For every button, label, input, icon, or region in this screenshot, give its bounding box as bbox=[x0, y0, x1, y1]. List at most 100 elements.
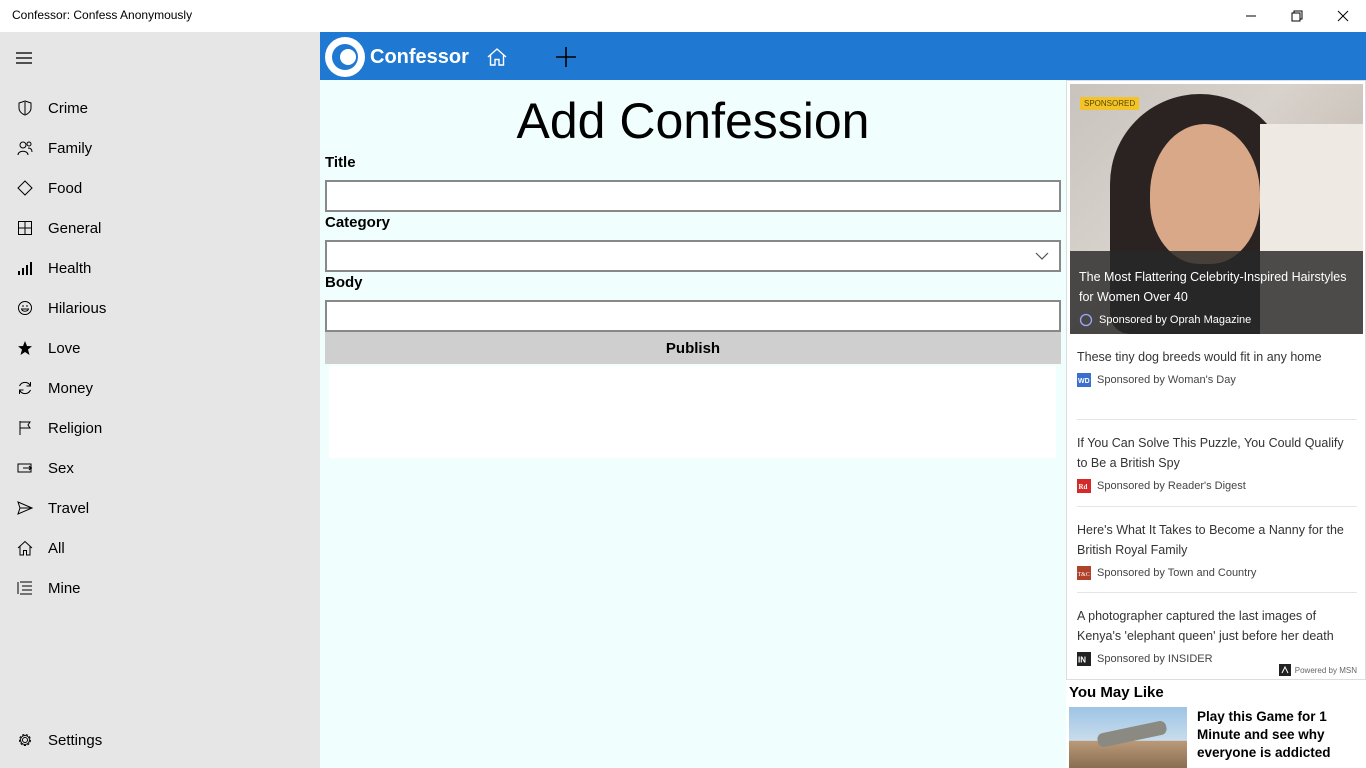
body-label: Body bbox=[325, 274, 363, 291]
app-header: Confessor bbox=[320, 32, 1366, 80]
window-title: Confessor: Confess Anonymously bbox=[12, 8, 193, 22]
ad-item[interactable]: These tiny dog breeds would fit in any h… bbox=[1077, 347, 1357, 387]
sidebar-item-label: Food bbox=[48, 179, 83, 197]
body-input[interactable] bbox=[325, 300, 1061, 332]
grid-icon bbox=[16, 219, 34, 237]
sidebar-item-label: Travel bbox=[48, 499, 90, 517]
ad-item-source-text: Sponsored by Woman's Day bbox=[1097, 374, 1236, 386]
town-and-country-logo-icon: T&C bbox=[1077, 566, 1091, 580]
sidebar-item-sex[interactable]: Sex bbox=[0, 448, 320, 488]
ad-item-source-text: Sponsored by Reader's Digest bbox=[1097, 480, 1246, 492]
svg-text:Rd: Rd bbox=[1079, 483, 1088, 491]
sidebar-item-label: General bbox=[48, 219, 102, 237]
diamond-icon bbox=[16, 179, 34, 197]
sidebar-item-mine[interactable]: Mine bbox=[0, 568, 320, 608]
sidebar-item-general[interactable]: General bbox=[0, 208, 320, 248]
ad-item-source: T&C Sponsored by Town and Country bbox=[1077, 566, 1357, 580]
sidebar-item-label: Money bbox=[48, 379, 94, 397]
sidebar-item-label: Health bbox=[48, 259, 92, 277]
sidebar: Crime Family Food General Health Hilario… bbox=[0, 32, 320, 768]
signal-bars-icon bbox=[16, 259, 34, 277]
sidebar-item-settings[interactable]: Settings bbox=[0, 720, 320, 760]
title-bar: Confessor: Confess Anonymously bbox=[0, 0, 1366, 32]
sidebar-item-all[interactable]: All bbox=[0, 528, 320, 568]
ad-item-source: WD Sponsored by Woman's Day bbox=[1077, 373, 1357, 387]
sidebar-item-health[interactable]: Health bbox=[0, 248, 320, 288]
ad-divider bbox=[1077, 592, 1357, 593]
confessor-logo bbox=[325, 37, 365, 77]
sidebar-item-label: Religion bbox=[48, 419, 103, 437]
close-button[interactable] bbox=[1320, 0, 1366, 32]
brand-name: Confessor bbox=[370, 46, 469, 68]
powered-by: Powered by MSN bbox=[1278, 664, 1357, 676]
title-label: Title bbox=[325, 154, 356, 171]
sidebar-item-label: Crime bbox=[48, 99, 88, 117]
you-may-like-thumbnail[interactable] bbox=[1069, 707, 1187, 768]
ad-item[interactable]: A photographer captured the last images … bbox=[1077, 606, 1357, 666]
sidebar-item-love[interactable]: Love bbox=[0, 328, 320, 368]
svg-text:IN: IN bbox=[1078, 656, 1086, 665]
star-icon bbox=[16, 339, 34, 357]
add-icon[interactable] bbox=[554, 45, 578, 69]
hero-ad-source-text: Sponsored by Oprah Magazine bbox=[1099, 314, 1252, 326]
sidebar-item-label: Sex bbox=[48, 459, 74, 477]
sidebar-item-label: All bbox=[48, 539, 65, 557]
category-label: Category bbox=[325, 214, 391, 231]
ad-item-title[interactable]: Here's What It Takes to Become a Nanny f… bbox=[1077, 520, 1357, 560]
ad-item-source: Rd Sponsored by Reader's Digest bbox=[1077, 479, 1357, 493]
title-input[interactable] bbox=[325, 180, 1061, 212]
svg-text:T&C: T&C bbox=[1078, 572, 1090, 578]
womans-day-logo-icon: WD bbox=[1077, 373, 1091, 387]
home-icon[interactable] bbox=[486, 46, 508, 68]
ad-item[interactable]: If You Can Solve This Puzzle, You Could … bbox=[1077, 433, 1357, 493]
smiley-icon bbox=[16, 299, 34, 317]
ad-divider bbox=[1077, 506, 1357, 507]
sidebar-item-label: Love bbox=[48, 339, 81, 357]
list-icon bbox=[16, 579, 34, 597]
sidebar-item-religion[interactable]: Religion bbox=[0, 408, 320, 448]
sidebar-item-family[interactable]: Family bbox=[0, 128, 320, 168]
hero-ad-title[interactable]: The Most Flattering Celebrity-Inspired H… bbox=[1079, 267, 1349, 307]
sidebar-item-label: Mine bbox=[48, 579, 81, 597]
you-may-like-item-text[interactable]: Play this Game for 1 Minute and see why … bbox=[1197, 708, 1357, 762]
svg-text:WD: WD bbox=[1078, 378, 1090, 385]
sidebar-item-food[interactable]: Food bbox=[0, 168, 320, 208]
minimize-button[interactable] bbox=[1228, 0, 1274, 32]
restore-button[interactable] bbox=[1274, 0, 1320, 32]
sidebar-item-hilarious[interactable]: Hilarious bbox=[0, 288, 320, 328]
oprah-logo-icon bbox=[1079, 313, 1093, 327]
readers-digest-logo-icon: Rd bbox=[1077, 479, 1091, 493]
sidebar-item-label: Hilarious bbox=[48, 299, 107, 317]
restore-icon bbox=[1291, 10, 1303, 22]
page-title: Add Confession bbox=[516, 93, 870, 149]
sidebar-item-label: Family bbox=[48, 139, 93, 157]
ad-item[interactable]: Here's What It Takes to Become a Nanny f… bbox=[1077, 520, 1357, 580]
home-icon bbox=[16, 539, 34, 557]
ad-item-title[interactable]: If You Can Solve This Puzzle, You Could … bbox=[1077, 433, 1357, 473]
gear-icon bbox=[16, 731, 34, 749]
minimize-icon bbox=[1246, 15, 1256, 17]
blank-panel bbox=[329, 366, 1056, 458]
ad-divider bbox=[1077, 419, 1357, 420]
ad-item-source-text: Sponsored by INSIDER bbox=[1097, 653, 1213, 665]
hamburger-menu-icon[interactable] bbox=[14, 50, 34, 66]
ad-hero-card[interactable]: SPONSORED The Most Flattering Celebrity-… bbox=[1070, 84, 1363, 334]
close-icon bbox=[1337, 10, 1349, 22]
hero-caption: The Most Flattering Celebrity-Inspired H… bbox=[1070, 251, 1363, 334]
remote-icon bbox=[16, 459, 34, 477]
sidebar-item-crime[interactable]: Crime bbox=[0, 88, 320, 128]
publish-button[interactable]: Publish bbox=[325, 332, 1061, 364]
hero-photo-face bbox=[1150, 124, 1260, 264]
ad-item-title[interactable]: A photographer captured the last images … bbox=[1077, 606, 1357, 646]
send-icon bbox=[16, 499, 34, 517]
refresh-icon bbox=[16, 379, 34, 397]
sidebar-item-travel[interactable]: Travel bbox=[0, 488, 320, 528]
ad-item-title[interactable]: These tiny dog breeds would fit in any h… bbox=[1077, 347, 1357, 367]
sidebar-item-money[interactable]: Money bbox=[0, 368, 320, 408]
msn-logo-icon bbox=[1278, 664, 1291, 676]
thumbnail-plane bbox=[1096, 719, 1168, 749]
settings-label: Settings bbox=[48, 731, 103, 749]
category-select[interactable] bbox=[325, 240, 1061, 272]
sponsored-badge: SPONSORED bbox=[1080, 97, 1140, 110]
chevron-down-icon bbox=[1035, 252, 1049, 260]
